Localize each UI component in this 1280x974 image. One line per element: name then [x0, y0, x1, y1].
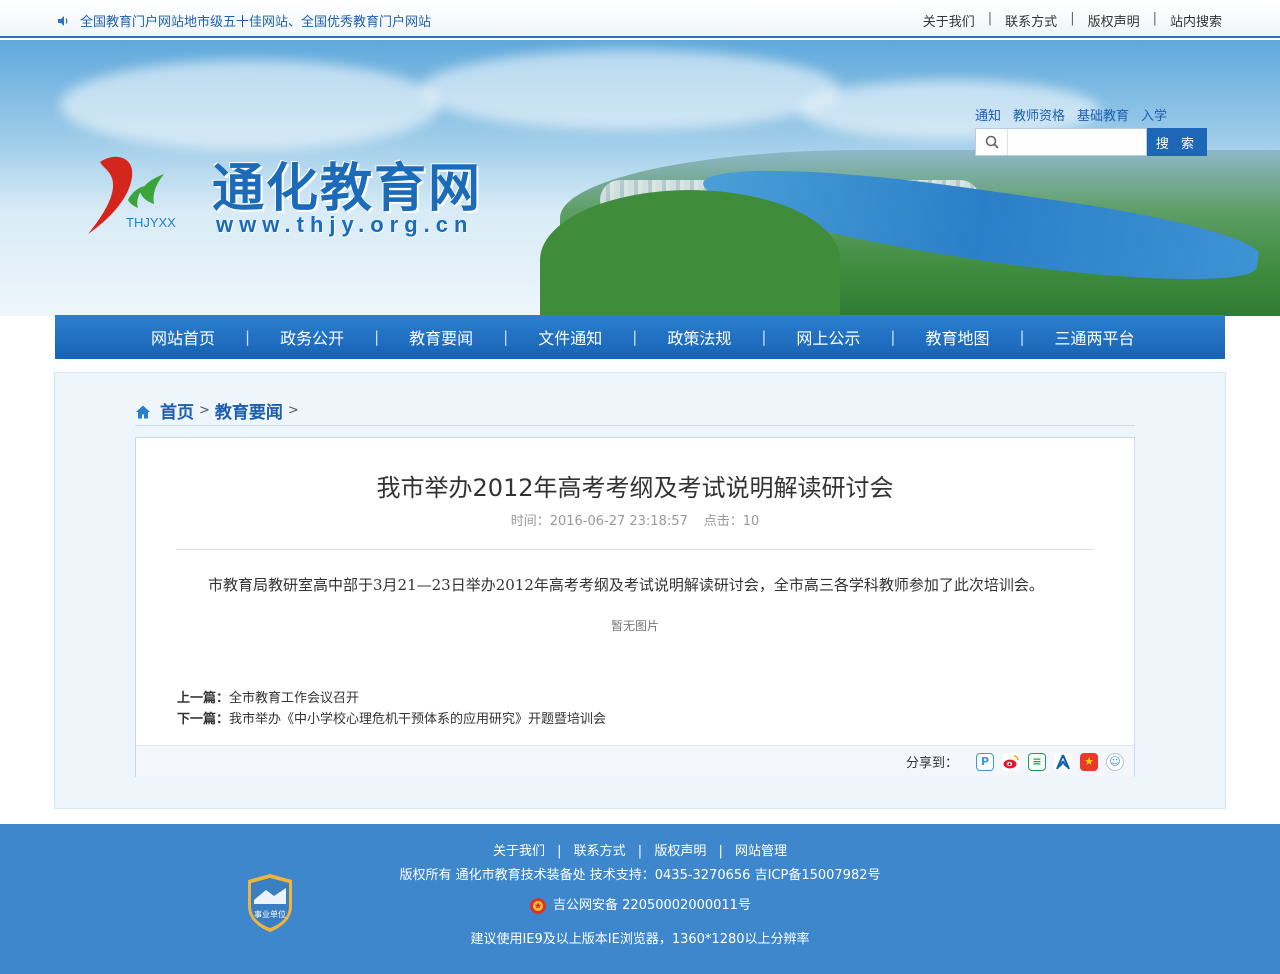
search-input[interactable] — [1008, 130, 1144, 154]
share-bar: 分享到： P ≡ ★ ☺ — [136, 745, 1134, 777]
breadcrumb-separator: > — [287, 403, 299, 418]
nav-divider: | — [761, 328, 767, 346]
nav-item-public-notices[interactable]: 网上公示 — [796, 325, 860, 349]
breadcrumb-current[interactable]: 教育要闻 — [215, 398, 283, 423]
breadcrumb-divider — [135, 425, 1135, 426]
divider: | — [987, 11, 993, 26]
banner-cloud — [60, 60, 440, 150]
top-links: 关于我们 | 联系方式 | 版权声明 | 站内搜索 — [923, 11, 1222, 30]
nav-divider: | — [1019, 328, 1025, 346]
site-search: 搜 索 — [975, 128, 1207, 156]
footer-link-about[interactable]: 关于我们 — [493, 844, 545, 859]
prev-article: 上一篇：全市教育工作会议召开 — [177, 688, 606, 709]
nav-item-home[interactable]: 网站首页 — [151, 325, 215, 349]
speaker-icon — [58, 15, 68, 26]
top-link-search[interactable]: 站内搜索 — [1170, 11, 1222, 30]
divider: | — [718, 844, 723, 859]
search-box — [975, 128, 1147, 156]
top-link-copyright[interactable]: 版权声明 — [1088, 11, 1140, 30]
share-more-icon[interactable]: ☺ — [1106, 752, 1124, 771]
nav-divider: | — [245, 328, 251, 346]
share-label: 分享到： — [905, 756, 958, 771]
article-time: 时间：2016-06-27 23:18:57 — [510, 514, 688, 529]
breadcrumb-home[interactable]: 首页 — [160, 398, 194, 423]
article-pagination: 上一篇：全市教育工作会议召开 下一篇：我市举办《中小学校心理危机干预体系的应用研… — [177, 688, 606, 730]
nav-item-policies[interactable]: 政策法规 — [667, 325, 731, 349]
article-hits: 点击：10 — [703, 514, 760, 529]
divider: | — [1070, 11, 1075, 26]
nav-item-document-notices[interactable]: 文件通知 — [538, 325, 602, 349]
next-article-link[interactable]: 我市举办《中小学校心理危机干预体系的应用研究》开题暨培训会 — [229, 712, 606, 727]
nav-divider: | — [890, 328, 896, 346]
home-icon — [136, 405, 150, 418]
footer-link-admin[interactable]: 网站管理 — [735, 844, 787, 859]
banner-cloud — [420, 50, 840, 130]
top-bar: 全国教育门户网站地市级五十佳网站、全国优秀教育门户网站 关于我们 | 联系方式 … — [0, 0, 1280, 38]
quick-link-enrollment[interactable]: 入学 — [1141, 105, 1167, 124]
quick-links: 通知 教师资格 基础教育 入学 — [975, 105, 1179, 124]
nav-divider: | — [632, 328, 638, 346]
nav-item-education-news[interactable]: 教育要闻 — [409, 325, 473, 349]
share-renren-icon[interactable] — [1054, 752, 1072, 771]
nav-divider: | — [374, 328, 380, 346]
article-body: 市教育局教研室高中部于3月21—23日举办2012年高考考纲及考试说明解读研讨会… — [208, 576, 1044, 594]
article: 我市举办2012年高考考纲及考试说明解读研讨会 时间：2016-06-27 23… — [135, 437, 1135, 777]
divider: | — [637, 844, 643, 859]
main-nav: 网站首页 | 政务公开 | 教育要闻 | 文件通知 | 政策法规 | 网上公示 … — [55, 315, 1225, 359]
footer-link-contact[interactable]: 联系方式 — [574, 844, 626, 859]
divider: | — [557, 844, 562, 859]
footer-police-text: 吉公网安备 22050002000011号 — [553, 898, 751, 913]
share-qzone-icon[interactable]: P — [976, 752, 994, 771]
breadcrumb: 首页 > 教育要闻 > — [135, 398, 304, 423]
footer-copyright: 版权所有 通化市教育技术装备处 技术支持：0435-3270656 吉ICP备1… — [399, 868, 881, 883]
site-notice-text: 全国教育门户网站地市级五十佳网站、全国优秀教育门户网站 — [80, 15, 432, 30]
search-icon — [976, 129, 1008, 155]
footer-police-record[interactable]: 吉公网安备 22050002000011号 — [0, 894, 1280, 915]
share-people-icon[interactable]: ★ — [1080, 752, 1098, 771]
share-weibo-icon[interactable] — [1002, 752, 1020, 771]
nav-divider: | — [503, 328, 509, 346]
site-title: 通化教育网 — [212, 159, 483, 219]
divider: | — [1152, 11, 1157, 26]
prev-article-link[interactable]: 全市教育工作会议召开 — [229, 691, 359, 706]
article-title: 我市举办2012年高考考纲及考试说明解读研讨会 — [376, 474, 894, 502]
footer-links: 关于我们 | 联系方式 | 版权声明 | 网站管理 — [0, 840, 1280, 859]
article-divider — [176, 549, 1094, 550]
footer: 事业单位 关于我们 | 联系方式 | 版权声明 | 网站管理 版权所有 通化市教… — [0, 824, 1280, 974]
footer-browser-tip: 建议使用IE9及以上版本IE浏览器，1360*1280以上分辨率 — [470, 932, 810, 947]
quick-link-notice[interactable]: 通知 — [975, 105, 1001, 124]
site-notice: 全国教育门户网站地市级五十佳网站、全国优秀教育门户网站 — [56, 11, 431, 30]
site-logo[interactable]: THJYXX 通化教育网 www.thjy.org.cn — [80, 152, 520, 252]
logo-subtitle: THJYXX — [126, 215, 176, 230]
top-link-about[interactable]: 关于我们 — [923, 11, 975, 30]
police-emblem-icon — [530, 897, 547, 914]
quick-link-basic-education[interactable]: 基础教育 — [1077, 105, 1129, 124]
site-url: www.thjy.org.cn — [216, 212, 474, 237]
prev-article-label: 上一篇： — [177, 691, 230, 706]
top-link-contact[interactable]: 联系方式 — [1005, 11, 1057, 30]
article-meta: 时间：2016-06-27 23:18:57 点击：10 — [136, 510, 1134, 529]
share-douban-icon[interactable]: ≡ — [1028, 752, 1046, 771]
nav-item-education-map[interactable]: 教育地图 — [925, 325, 989, 349]
next-article-label: 下一篇： — [177, 712, 230, 727]
quick-link-teacher-qualification[interactable]: 教师资格 — [1013, 105, 1065, 124]
next-article: 下一篇：我市举办《中小学校心理危机干预体系的应用研究》开题暨培训会 — [177, 709, 606, 730]
breadcrumb-separator: > — [199, 403, 210, 418]
nav-item-platform[interactable]: 三通两平台 — [1055, 325, 1135, 349]
search-button[interactable]: 搜 索 — [1147, 128, 1207, 156]
no-image-placeholder: 暂无图片 — [610, 619, 659, 633]
nav-item-government-affairs[interactable]: 政务公开 — [280, 325, 344, 349]
footer-link-copyright[interactable]: 版权声明 — [654, 844, 706, 859]
